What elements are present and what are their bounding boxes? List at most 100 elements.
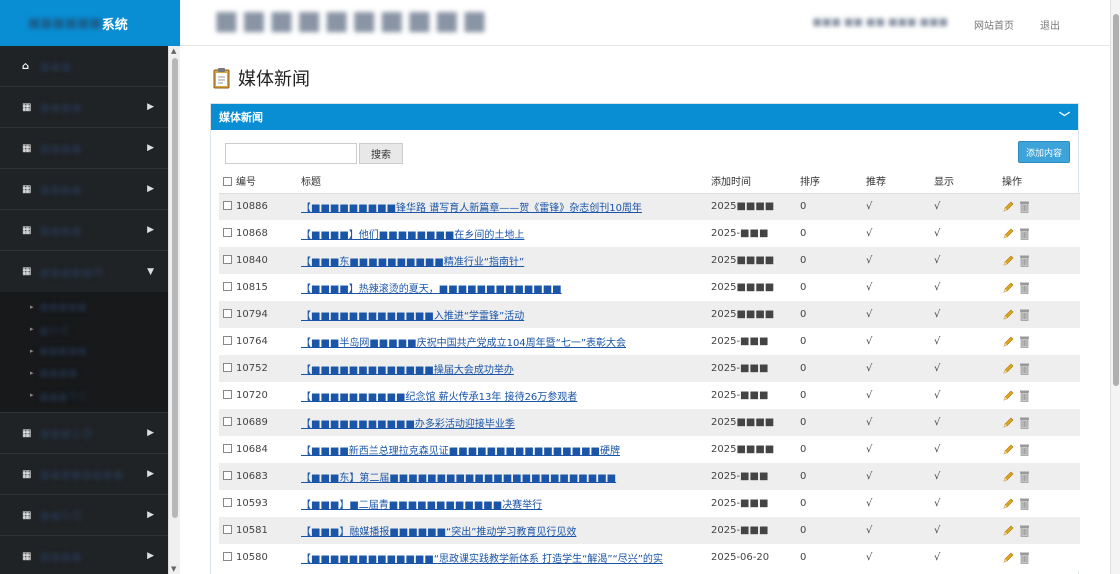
sidebar-item[interactable]: ▦ ■■■■ ▶ [0,169,168,210]
news-title-link[interactable]: 【■■■东】第二届■■■■■■■■■■■■■■■■■■■■■■■■ [301,473,616,484]
delete-trash-icon[interactable] [1019,254,1030,267]
scrollbar-thumb[interactable] [172,58,178,518]
bullet-icon: ▸ [30,303,34,311]
cell-recommend: √ [864,247,932,274]
search-input[interactable] [225,143,357,164]
user-info: ■■■ ■■ ■■ ■■■ ■■■ [812,17,948,28]
panel-header[interactable]: 媒体新闻 ﹀ [211,104,1078,130]
submenu-item[interactable]: ▸ ■■■专栏 [0,384,168,406]
cell-id: 10764 [219,328,301,355]
edit-pencil-icon[interactable] [1002,336,1014,348]
select-all-checkbox[interactable] [223,176,232,186]
news-title-link[interactable]: 【■■■东■■■■■■■■■■精准行业“指南针” [301,257,524,268]
sidebar-item[interactable]: ⌂ ■■■ [0,46,168,87]
submenu-item[interactable]: ▸ ■■■■■ [0,340,168,362]
edit-pencil-icon[interactable] [1002,282,1014,294]
cell-recommend: √ [864,220,932,247]
scrollbar-thumb[interactable] [1113,14,1119,386]
submenu-item[interactable]: ▸ ■新闻 [0,318,168,340]
news-title-link[interactable]: 【■■■半岛网■■■■■庆祝中国共产党成立104周年暨“七一”表彰大会 [301,338,626,349]
row-checkbox[interactable] [223,336,232,345]
edit-pencil-icon[interactable] [1002,201,1014,213]
sidebar-item[interactable]: ▦ ■■■公告 ▶ [0,413,168,454]
cell-ops [1000,274,1080,301]
row-checkbox[interactable] [223,471,232,480]
edit-pencil-icon[interactable] [1002,255,1014,267]
home-link[interactable]: 网站首页 [974,17,1014,32]
row-checkbox[interactable] [223,363,232,372]
delete-trash-icon[interactable] [1019,362,1030,375]
news-title-link[interactable]: 【■■■■】热辣滚烫的夏天，■■■■■■■■■■■■■ [301,284,562,295]
cell-date: 2025■■■■ [711,301,796,328]
delete-trash-icon[interactable] [1019,200,1030,213]
delete-trash-icon[interactable] [1019,335,1030,348]
add-content-button[interactable]: 添加内容 [1018,141,1070,163]
news-title-link[interactable]: 【■■■■】他们■■■■■■■■在乡间的土地上 [301,230,524,241]
delete-trash-icon[interactable] [1019,227,1030,240]
news-title-link[interactable]: 【■■■■■■■■■■■■■操届大会成功举办 [301,365,514,376]
news-title-link[interactable]: 【■■■■新西兰总理拉克森见证■■■■■■■■■■■■■■■■硬牌 [301,446,620,457]
delete-trash-icon[interactable] [1019,389,1030,402]
row-checkbox[interactable] [223,282,232,291]
news-title-link[interactable]: 【■■■■■■■■■■纪念馆 薪火传承13年 接待26万参观者 [301,392,577,403]
sidebar-item[interactable]: ▦ ■■■■ ▶ [0,210,168,251]
cell-id: 10684 [219,436,301,463]
edit-pencil-icon[interactable] [1002,390,1014,402]
edit-pencil-icon[interactable] [1002,309,1014,321]
cell-recommend: √ [864,301,932,328]
edit-pencil-icon[interactable] [1002,228,1014,240]
cell-ops [1000,247,1080,274]
delete-trash-icon[interactable] [1019,443,1030,456]
sidebar-item[interactable]: ▦ ■■队伍 ▶ [0,495,168,536]
delete-trash-icon[interactable] [1019,524,1030,537]
row-checkbox[interactable] [223,525,232,534]
row-checkbox[interactable] [223,309,232,318]
sidebar-item[interactable]: ▦ ■■■■■闻 ▼ [0,251,168,292]
delete-trash-icon[interactable] [1019,416,1030,429]
row-checkbox[interactable] [223,417,232,426]
page-scrollbar[interactable] [1110,0,1120,574]
edit-pencil-icon[interactable] [1002,552,1014,564]
submenu-item[interactable]: ▸ ■■■■ [0,362,168,384]
edit-pencil-icon[interactable] [1002,417,1014,429]
row-checkbox[interactable] [223,255,232,264]
row-checkbox[interactable] [223,201,232,211]
cell-title: 【■■■半岛网■■■■■庆祝中国共产党成立104周年暨“七一”表彰大会 [301,328,711,355]
edit-pencil-icon[interactable] [1002,525,1014,537]
news-title-link[interactable]: 【■■■■■■■■■锋华路 谱写育人新篇章——贺《雷锋》杂志创刊10周年 [301,203,642,214]
sidebar-item[interactable]: ▦ ■■■■ ▶ [0,128,168,169]
row-checkbox[interactable] [223,498,232,507]
cell-show: √ [932,544,1000,571]
delete-trash-icon[interactable] [1019,470,1030,483]
scroll-down-icon[interactable]: ▼ [171,565,176,573]
sidebar-item[interactable]: ▦ ■■■■■■■■ ▶ [0,454,168,495]
search-button[interactable]: 搜索 [359,143,403,164]
news-title-link[interactable]: 【■■■】融媒播报■■■■■■“突出”推动学习教育见行见效 [301,527,576,538]
logout-link[interactable]: 退出 [1040,17,1060,32]
news-title-link[interactable]: 【■■■■■■■■■■■办多彩活动迎接毕业季 [301,419,515,430]
delete-trash-icon[interactable] [1019,281,1030,294]
table-row: 10683 【■■■东】第二届■■■■■■■■■■■■■■■■■■■■■■■■ 20… [219,463,1080,490]
row-checkbox[interactable] [223,390,232,399]
sidebar-scrollbar[interactable]: ▲ ▼ [168,46,180,574]
delete-trash-icon[interactable] [1019,497,1030,510]
edit-pencil-icon[interactable] [1002,363,1014,375]
news-title-link[interactable]: 【■■■】■二届青■■■■■■■■■■■■决赛举行 [301,500,542,511]
edit-pencil-icon[interactable] [1002,444,1014,456]
row-checkbox[interactable] [223,444,232,453]
news-title-link[interactable]: 【■■■■■■■■■■■■■入推进“学雷锋”活动 [301,311,524,322]
edit-pencil-icon[interactable] [1002,471,1014,483]
submenu-item[interactable]: ▸ ■■■■■ [0,296,168,318]
sidebar-item[interactable]: ▦ ■■■■ ▶ [0,536,168,574]
delete-trash-icon[interactable] [1019,308,1030,321]
sidebar-item[interactable]: ▦ ■■■■ ▶ [0,87,168,128]
chevron-down-icon[interactable]: ﹀ [1059,109,1070,125]
scroll-up-icon[interactable]: ▲ [171,47,176,55]
row-checkbox[interactable] [223,552,232,561]
edit-pencil-icon[interactable] [1002,498,1014,510]
row-checkbox[interactable] [223,228,232,237]
delete-trash-icon[interactable] [1019,551,1030,564]
news-title-link[interactable]: 【■■■■■■■■■■■■■“思政课实践教学新体系 打造学生“解渴”“尽兴”的实 [301,554,663,565]
app-brand[interactable]: ■■■■■■ 系统 [0,0,180,46]
cell-ops [1000,220,1080,247]
